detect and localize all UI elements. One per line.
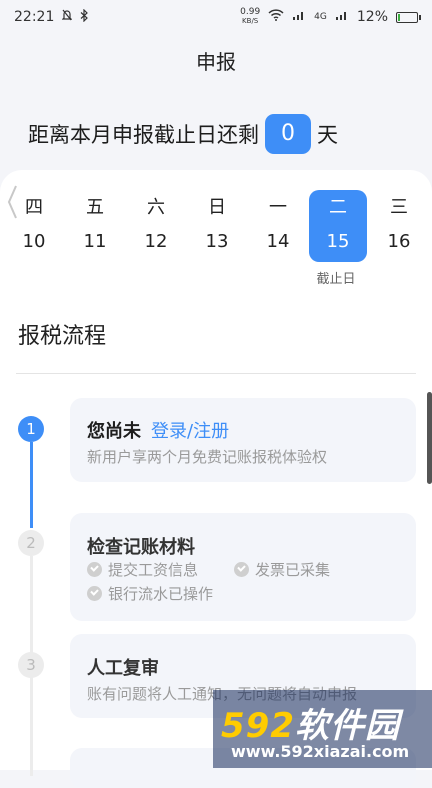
step-number-3: 3: [18, 652, 44, 678]
deadline-countdown: 距离本月申报截止日还剩 0 天: [28, 114, 338, 154]
checklist-text: 发票已采集: [255, 561, 331, 579]
network-type: 4G: [314, 12, 327, 22]
login-register-link[interactable]: 登录/注册: [151, 421, 229, 442]
battery-text: 12%: [356, 9, 388, 25]
page-title: 申报: [196, 50, 236, 74]
net-speed-unit: KB/S: [242, 17, 259, 25]
check-circle-icon: [87, 562, 102, 577]
checklist-item: 提交工资信息: [87, 559, 198, 580]
watermark-logo-text: 软件园: [294, 706, 400, 746]
step-subtitle: 新用户享两个月免费记账报税体验权: [87, 448, 328, 466]
deadline-label: 截止日: [316, 272, 356, 287]
watermark-logo-number: 592: [221, 706, 295, 746]
step-number-2: 2: [18, 530, 44, 556]
step-card-login: 您尚未 登录/注册 新用户享两个月免费记账报税体验权: [70, 398, 416, 482]
bluetooth-icon: [80, 8, 89, 26]
calendar-day[interactable]: 六 12: [127, 190, 185, 262]
countdown-prefix: 距离本月申报截止日还剩: [28, 123, 259, 147]
step-number-1: 1: [18, 416, 44, 442]
date-label: 15: [326, 231, 350, 252]
weekday-label: 二: [329, 197, 347, 218]
checklist-item: 发票已采集: [234, 559, 330, 580]
weekday-label: 三: [390, 197, 408, 218]
check-circle-icon: [87, 586, 102, 601]
process-title: 报税流程: [18, 324, 107, 349]
date-label: 10: [22, 231, 46, 252]
date-label: 11: [83, 231, 107, 252]
battery-icon: [396, 11, 421, 23]
watermark-logo: 592软件园: [221, 698, 400, 747]
weekday-label: 四: [25, 197, 43, 218]
calendar-day[interactable]: 三 16: [370, 190, 428, 262]
net-speed: 0.99 KB/S: [240, 8, 260, 26]
no-notification-icon: [61, 9, 73, 25]
calendar-strip: 四 10 五 11 六 12 日 13 一 14 二 15 三 16: [4, 190, 432, 266]
calendar-day[interactable]: 一 14: [249, 190, 307, 262]
site-watermark: 592软件园 www.592xiazai.com: [213, 690, 432, 768]
countdown-days: 0: [265, 114, 311, 154]
weekday-label: 五: [86, 197, 104, 218]
checklist-item: 银行流水已操作: [87, 583, 213, 604]
scrollbar[interactable]: [427, 392, 432, 484]
checklist-text: 提交工资信息: [108, 561, 199, 579]
step-title: 人工复审: [87, 658, 159, 679]
wifi-icon: [268, 9, 284, 25]
status-time: 22:21: [14, 9, 55, 25]
status-left: 22:21: [14, 8, 89, 26]
calendar-day[interactable]: 五 11: [66, 190, 124, 262]
watermark-url: www.592xiazai.com: [231, 742, 410, 761]
signal-icon: [292, 9, 306, 25]
status-bar: 22:21 0.99 KB/S 4G 12%: [0, 0, 432, 34]
countdown-suffix: 天: [317, 123, 338, 147]
signal-icon-2: [335, 9, 349, 25]
date-label: 12: [144, 231, 168, 252]
step-title-text: 您尚未: [87, 421, 141, 442]
divider: [16, 373, 416, 374]
net-speed-value: 0.99: [240, 7, 261, 17]
date-label: 16: [387, 231, 411, 252]
step-title: 检查记账材料: [87, 537, 195, 558]
weekday-label: 日: [208, 197, 226, 218]
date-label: 14: [266, 231, 290, 252]
status-right: 0.99 KB/S 4G 12%: [240, 8, 421, 26]
step-card-check-materials: 检查记账材料 提交工资信息 发票已采集 银行流水已操作: [70, 513, 416, 621]
date-label: 13: [205, 231, 229, 252]
calendar-day-selected[interactable]: 二 15: [309, 190, 367, 262]
calendar-day[interactable]: 日 13: [188, 190, 246, 262]
step-title: 您尚未 登录/注册: [87, 417, 229, 443]
check-circle-icon: [234, 562, 249, 577]
checklist-text: 银行流水已操作: [108, 585, 214, 603]
calendar-day[interactable]: 四 10: [5, 190, 63, 262]
weekday-label: 一: [269, 197, 287, 218]
weekday-label: 六: [147, 197, 165, 218]
timeline-line-active: [30, 442, 33, 528]
